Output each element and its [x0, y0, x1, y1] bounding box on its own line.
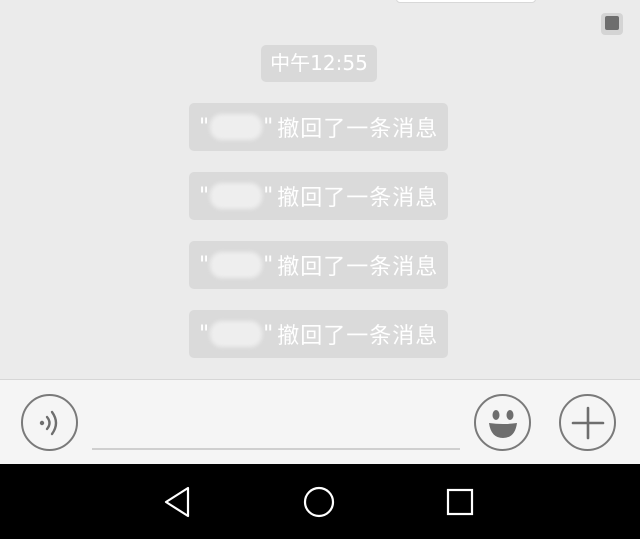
blurred-username: [210, 321, 263, 347]
system-navigation-bar: [0, 464, 640, 539]
recall-notice: " " 撤回了一条消息: [189, 103, 448, 151]
recall-notice: " " 撤回了一条消息: [189, 310, 448, 358]
chat-input-bar: [0, 379, 640, 464]
blurred-username: [210, 114, 263, 140]
recall-notice-text: 撤回了一条消息: [277, 186, 439, 211]
open-quote: ": [199, 252, 210, 278]
close-quote: ": [263, 321, 274, 347]
home-circle-icon: [303, 486, 335, 518]
recall-notice-text: 撤回了一条消息: [277, 324, 439, 349]
recall-notice: " " 撤回了一条消息: [189, 172, 448, 220]
nav-home-button[interactable]: [299, 482, 339, 522]
recent-square-icon: [446, 488, 474, 516]
recall-notice: " " 撤回了一条消息: [189, 241, 448, 289]
open-quote: ": [199, 321, 210, 347]
close-quote: ": [263, 114, 274, 140]
plus-icon: [571, 406, 604, 439]
chat-screen: 中午12:55 " " 撤回了一条消息 " " 撤回了一条消息 " " 撤回了一…: [0, 0, 640, 539]
message-timestamp: 中午12:55: [261, 45, 377, 82]
recall-notice-text: 撤回了一条消息: [277, 117, 439, 142]
voice-input-button[interactable]: [21, 394, 78, 451]
back-triangle-icon: [164, 486, 190, 518]
blurred-username: [210, 252, 263, 278]
emoji-button[interactable]: [474, 394, 531, 451]
close-quote: ": [263, 252, 274, 278]
chat-area[interactable]: 中午12:55 " " 撤回了一条消息 " " 撤回了一条消息 " " 撤回了一…: [0, 0, 640, 379]
blurred-username: [210, 183, 263, 209]
floating-window-icon[interactable]: [601, 13, 623, 35]
nav-recent-apps-button[interactable]: [440, 482, 480, 522]
open-quote: ": [199, 183, 210, 209]
open-quote: ": [199, 114, 210, 140]
voice-icon: [39, 410, 57, 435]
emoji-icon: [488, 409, 517, 438]
recall-notice-text: 撤回了一条消息: [277, 255, 439, 280]
close-quote: ": [263, 183, 274, 209]
nav-back-button[interactable]: [157, 482, 197, 522]
previous-message-bubble[interactable]: [396, 0, 536, 3]
message-input[interactable]: [92, 448, 460, 450]
more-options-button[interactable]: [559, 394, 616, 451]
